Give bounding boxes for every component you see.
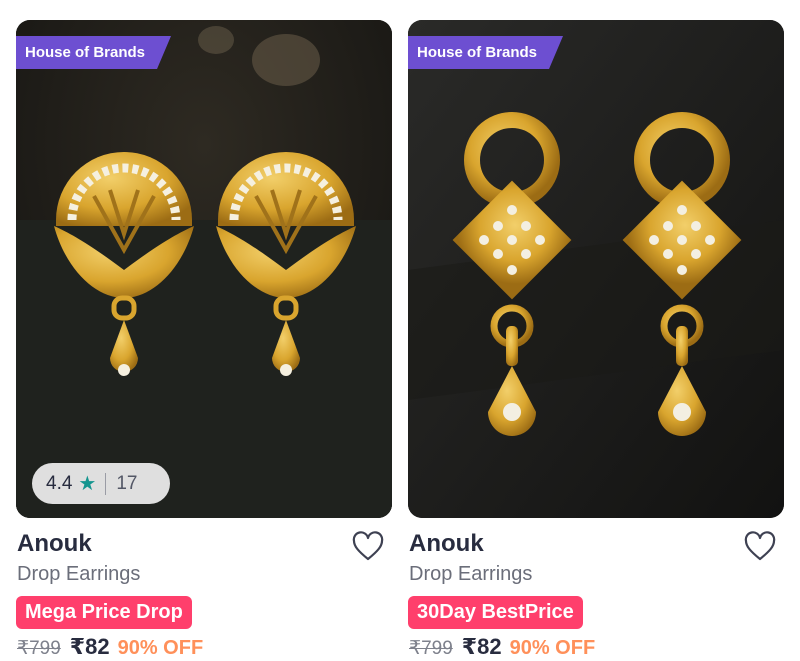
price-row: ₹799 ₹82 90% OFF (17, 634, 203, 661)
earring-photo (16, 20, 392, 518)
price-row: ₹799 ₹82 90% OFF (409, 634, 595, 661)
product-brand[interactable]: Anouk (409, 530, 484, 558)
product-title[interactable]: Drop Earrings (17, 563, 140, 586)
mrp-price: ₹799 (409, 638, 453, 659)
selling-price: ₹82 (461, 634, 502, 659)
star-icon: ★ (78, 473, 97, 495)
wishlist-button[interactable] (351, 530, 385, 564)
earring-photo (408, 20, 784, 518)
mrp-price: ₹799 (17, 638, 61, 659)
promo-tag: 30Day BestPrice (408, 596, 583, 629)
rating-chip: 4.4 ★ 17 (32, 463, 170, 504)
product-brand[interactable]: Anouk (17, 530, 92, 558)
promo-tag: Mega Price Drop (16, 596, 192, 629)
product-card[interactable]: House of Brands 4.4 ★ 17 Anouk Drop Earr… (16, 20, 392, 661)
heart-outline-icon (352, 531, 384, 561)
heart-outline-icon (744, 531, 776, 561)
selling-price: ₹82 (69, 634, 110, 659)
wishlist-button[interactable] (743, 530, 777, 564)
product-card[interactable]: House of Brands Anouk Drop Earrings 30Da… (408, 20, 784, 661)
rating-value: 4.4 (46, 472, 73, 494)
rating-count: 17 (116, 472, 138, 494)
rating-divider (105, 472, 107, 495)
discount-label: 90% OFF (117, 637, 204, 659)
brand-badge: House of Brands (16, 36, 171, 69)
product-image[interactable]: House of Brands 4.4 ★ 17 (16, 20, 392, 518)
product-image[interactable]: House of Brands (408, 20, 784, 518)
discount-label: 90% OFF (509, 637, 596, 659)
brand-badge: House of Brands (408, 36, 563, 69)
product-title[interactable]: Drop Earrings (409, 563, 532, 586)
